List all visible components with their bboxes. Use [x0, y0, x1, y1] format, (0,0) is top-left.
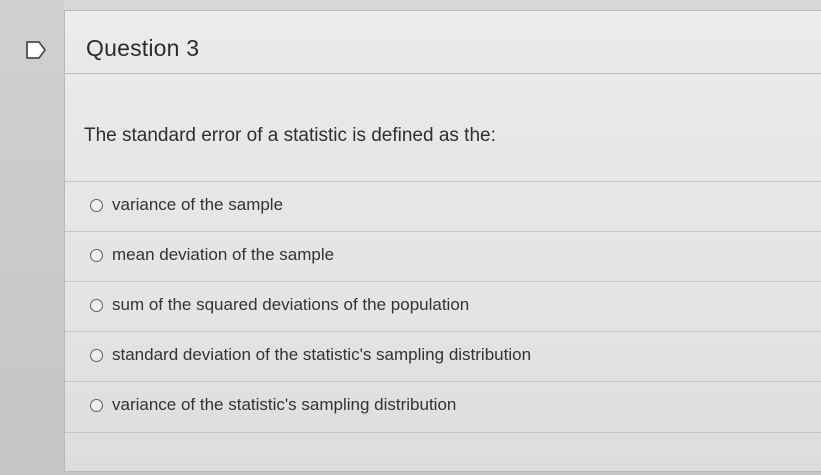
answer-label[interactable]: sum of the squared deviations of the pop… — [112, 295, 469, 315]
question-card: Question 3 The standard error of a stati… — [64, 10, 821, 472]
radio-unselected-icon[interactable] — [90, 399, 103, 412]
answer-option[interactable]: mean deviation of the sample — [65, 231, 821, 282]
answer-label[interactable]: mean deviation of the sample — [112, 245, 334, 265]
question-text: The standard error of a statistic is def… — [84, 125, 496, 146]
answer-option[interactable]: variance of the statistic's sampling dis… — [65, 381, 821, 433]
radio-unselected-icon[interactable] — [90, 349, 103, 362]
question-body: The standard error of a statistic is def… — [65, 74, 821, 471]
answer-option[interactable]: standard deviation of the statistic's sa… — [65, 331, 821, 382]
question-header: Question 3 — [65, 11, 821, 74]
answer-option[interactable]: variance of the sample — [65, 181, 821, 232]
quiz-screen: Question 3 The standard error of a stati… — [0, 0, 821, 475]
answer-label[interactable]: variance of the sample — [112, 195, 283, 215]
answer-option[interactable]: sum of the squared deviations of the pop… — [65, 281, 821, 332]
radio-unselected-icon[interactable] — [90, 249, 103, 262]
radio-unselected-icon[interactable] — [90, 299, 103, 312]
answer-label[interactable]: standard deviation of the statistic's sa… — [112, 345, 531, 365]
answer-label[interactable]: variance of the statistic's sampling dis… — [112, 395, 456, 415]
flag-icon[interactable] — [25, 40, 47, 60]
question-title: Question 3 — [86, 35, 200, 61]
question-gutter — [0, 0, 64, 475]
radio-unselected-icon[interactable] — [90, 199, 103, 212]
